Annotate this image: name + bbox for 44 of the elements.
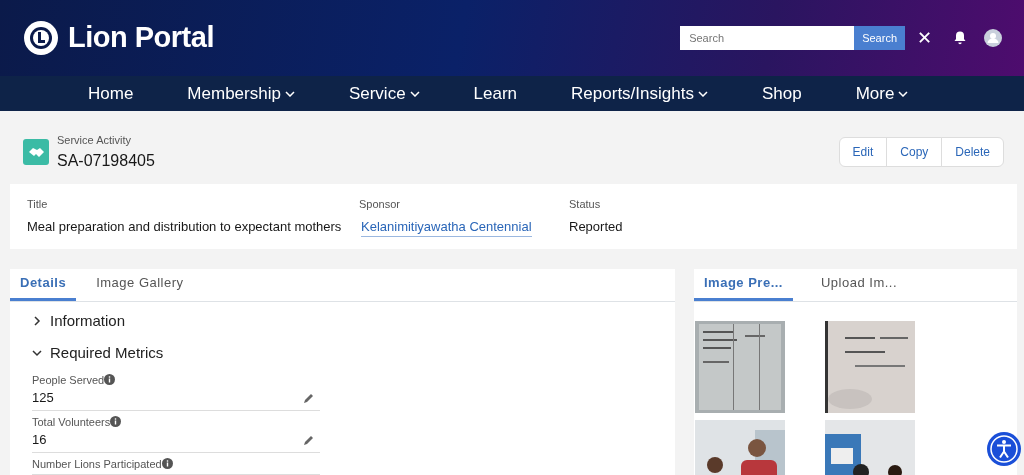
info-icon: [110, 416, 122, 428]
pencil-icon[interactable]: [303, 391, 315, 404]
nav-item[interactable]: More: [855, 80, 909, 107]
nav-item[interactable]: Service: [348, 80, 420, 107]
info-icon: [104, 374, 116, 386]
field-value: Meal preparation and distribution to expectant mothers: [27, 217, 343, 236]
search-button[interactable]: Search: [854, 26, 905, 50]
tab[interactable]: Image Pre...: [694, 268, 793, 301]
tab[interactable]: Image Gallery: [86, 268, 194, 301]
portal-title: Lion Portal: [68, 20, 214, 56]
info-icon: [161, 458, 173, 470]
search-field[interactable]: Search: [680, 26, 855, 50]
action-button[interactable]: Delete: [941, 137, 1004, 168]
accessibility-icon[interactable]: [986, 431, 1022, 467]
pencil-icon[interactable]: [303, 433, 315, 446]
record-type: Service Activity: [57, 133, 132, 148]
field-value: Reported: [569, 217, 624, 236]
action-button[interactable]: Edit: [838, 137, 888, 168]
field-label: Status: [569, 197, 602, 212]
sponsor-link[interactable]: Kelanimitiyawatha Centennial: [361, 218, 532, 237]
field-label: Sponsor: [359, 197, 401, 212]
nav-item[interactable]: Home: [88, 80, 134, 107]
record-id: SA-07198405: [57, 150, 155, 171]
tab[interactable]: Upload Im...: [811, 268, 908, 301]
nav-item[interactable]: Learn: [473, 80, 518, 107]
field-label: Number Lions Participated: [32, 456, 162, 472]
bell-icon[interactable]: [952, 30, 968, 46]
chevron-right-icon: [32, 315, 42, 326]
close-button[interactable]: ✕: [913, 24, 936, 52]
action-button[interactable]: Copy: [886, 137, 943, 168]
section-header[interactable]: Information: [32, 309, 126, 332]
field-label: Total Volunteers: [32, 414, 111, 430]
avatar-icon[interactable]: [984, 29, 1002, 47]
chevron-down-icon: [32, 348, 42, 359]
field-label: Title: [27, 197, 49, 212]
tab[interactable]: Details: [10, 268, 77, 301]
field-value: 16: [32, 431, 47, 449]
nav-item[interactable]: Shop: [761, 80, 802, 107]
section-header[interactable]: Required Metrics: [32, 342, 164, 365]
nav-item[interactable]: Membership: [187, 80, 295, 107]
field-value: 125: [32, 389, 54, 407]
nav-item[interactable]: Reports/Insights: [571, 80, 708, 107]
logo-icon: [22, 19, 60, 57]
field-label: People Served: [32, 372, 105, 388]
